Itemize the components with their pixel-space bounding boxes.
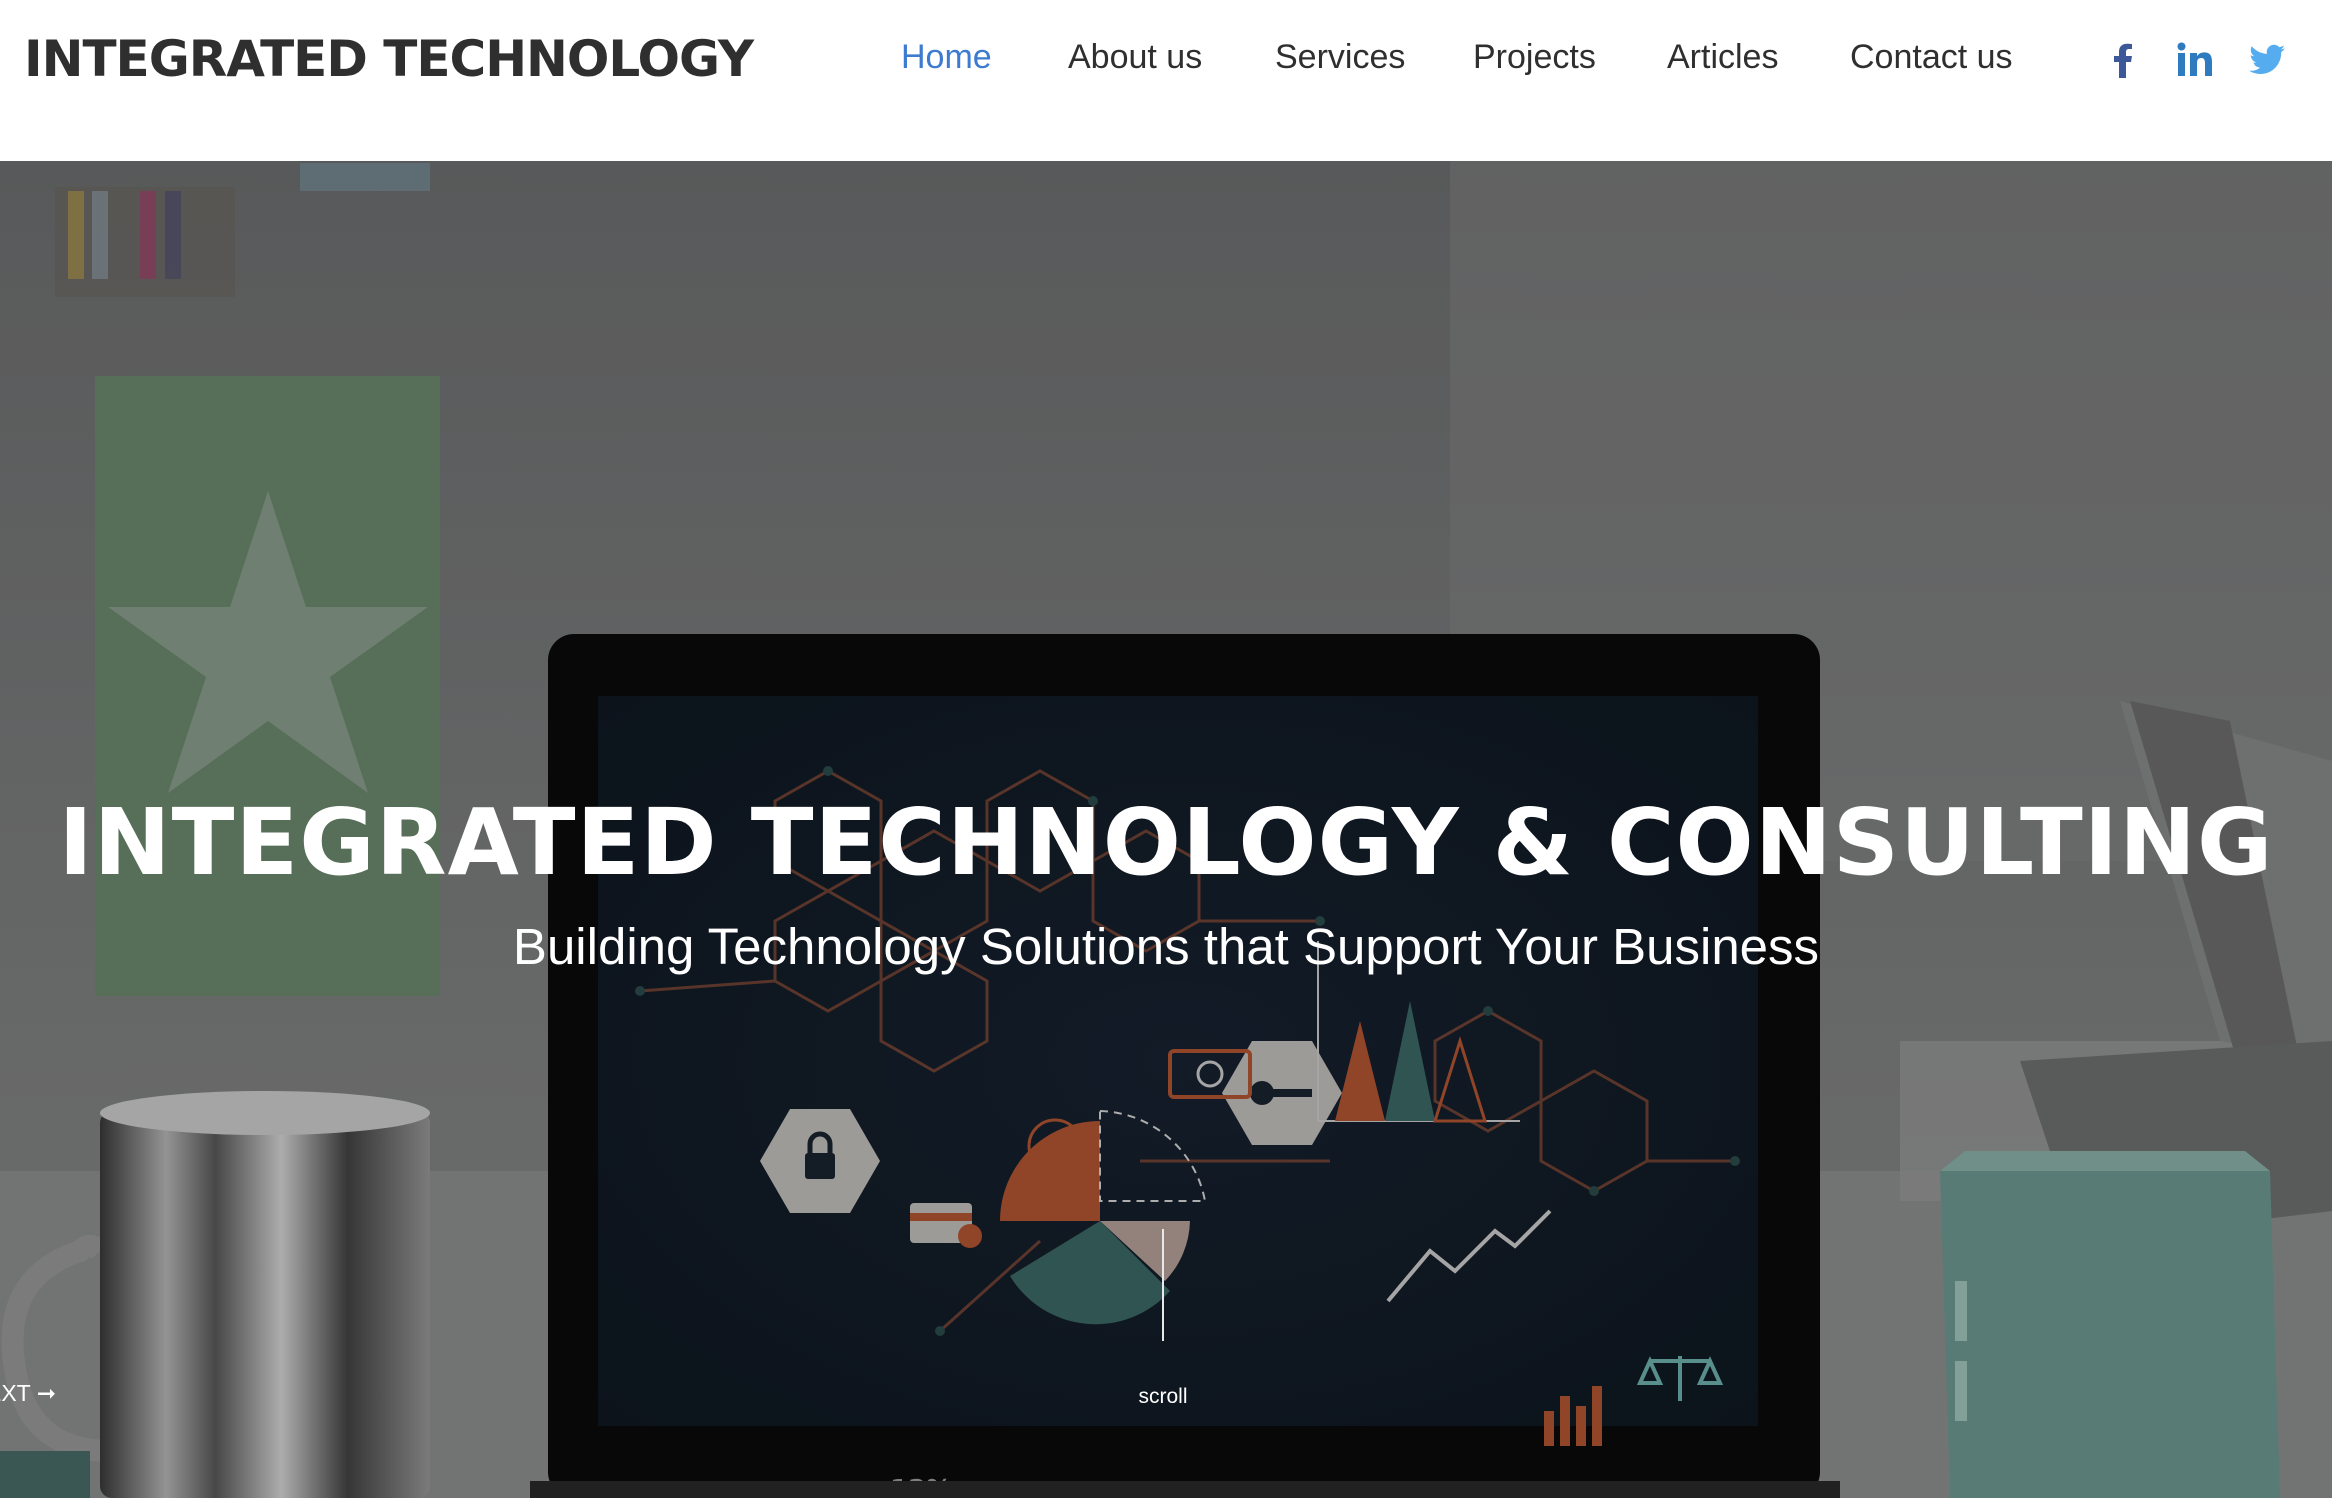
nav-home[interactable]: Home <box>901 38 992 77</box>
nav-articles[interactable]: Articles <box>1667 38 1778 77</box>
nav-projects[interactable]: Projects <box>1473 38 1596 77</box>
linkedin-icon[interactable] <box>2175 40 2215 80</box>
facebook-icon[interactable] <box>2104 40 2144 80</box>
hero-section: 12% INTEGRATED TECHNOLOGY & CONSULTING B… <box>0 161 2332 1498</box>
main-nav: Home About us Services Projects Articles… <box>0 38 2332 82</box>
nav-contact-us[interactable]: Contact us <box>1850 38 2013 77</box>
next-slide-button[interactable]: EXT ➞ <box>0 1380 56 1407</box>
nav-about-us[interactable]: About us <box>1068 38 1202 77</box>
site-header: INTEGRATED TECHNOLOGY Home About us Serv… <box>0 0 2332 161</box>
twitter-icon[interactable] <box>2247 40 2287 80</box>
nav-services[interactable]: Services <box>1275 38 1405 77</box>
scroll-indicator-line <box>1162 1229 1164 1341</box>
hero-subtitle: Building Technology Solutions that Suppo… <box>512 918 1820 975</box>
scroll-button[interactable]: scroll <box>1100 1385 1226 1409</box>
hero-title: INTEGRATED TECHNOLOGY & CONSULTING <box>58 789 2274 896</box>
